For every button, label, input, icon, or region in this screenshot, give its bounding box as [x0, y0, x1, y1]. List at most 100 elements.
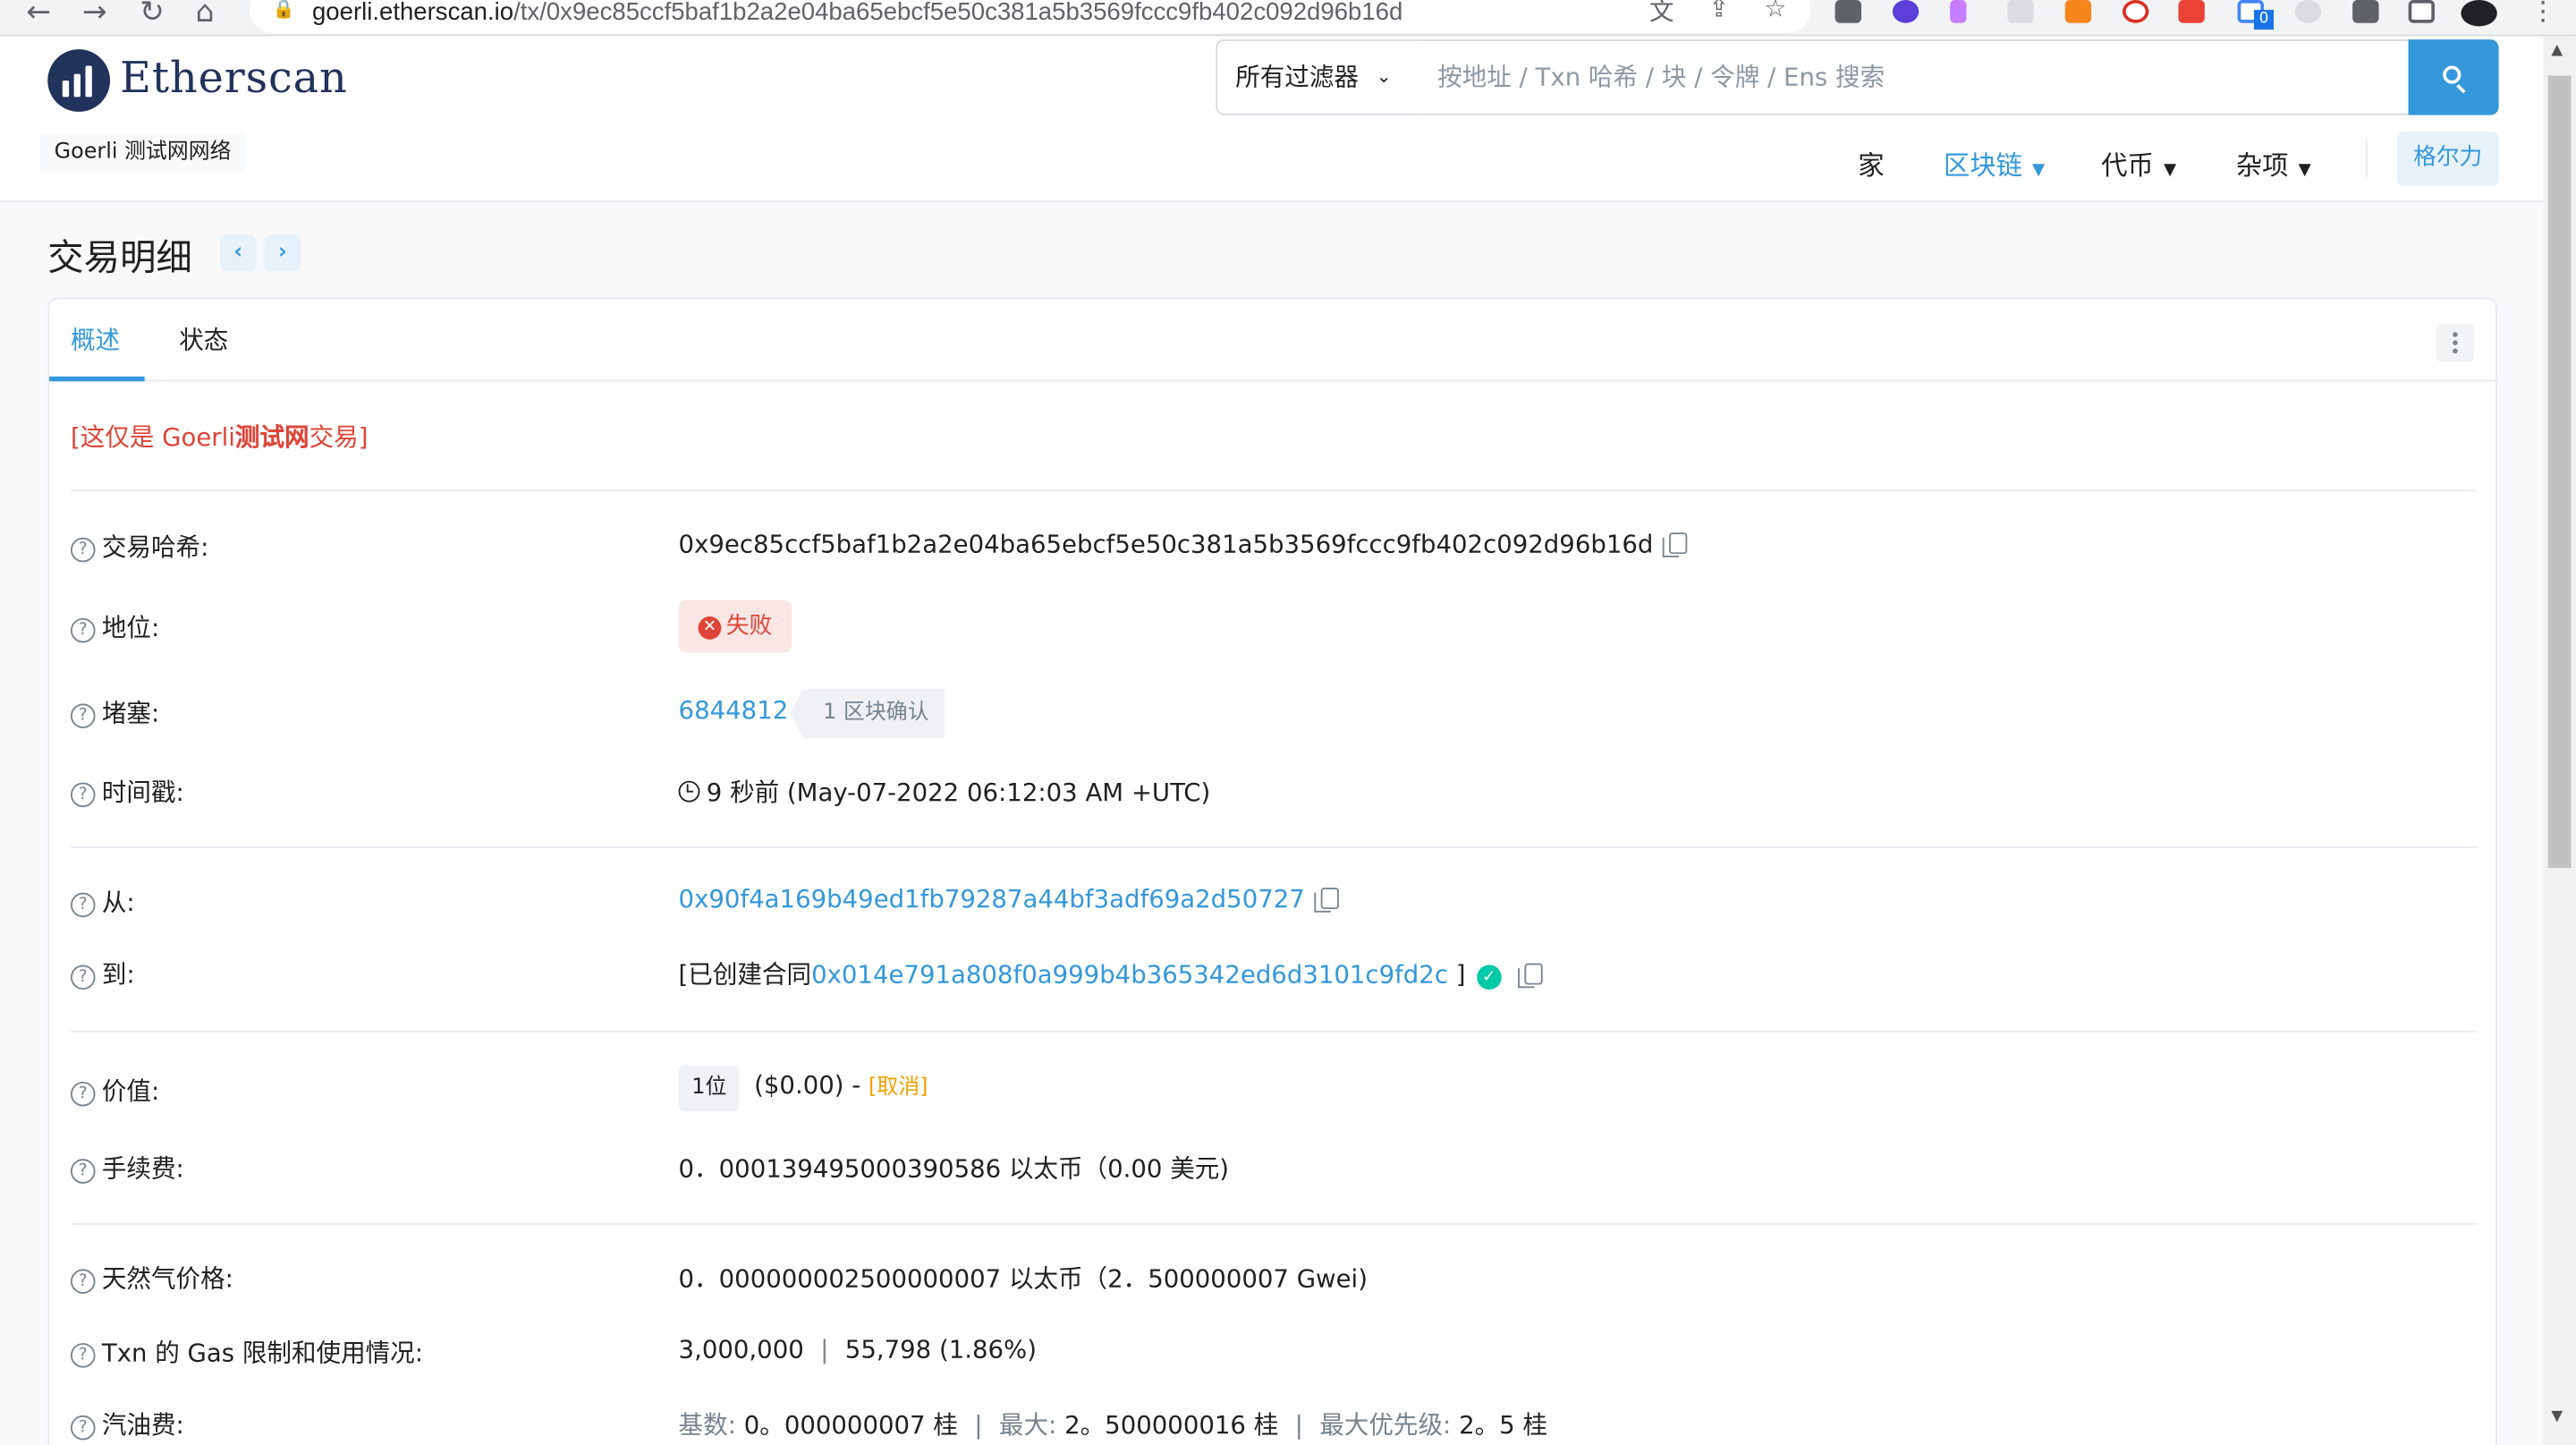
lock-icon[interactable]: 🔒 — [273, 0, 295, 20]
nav-blockchain[interactable]: 区块链 ▼ — [1944, 143, 2045, 183]
next-tx-button[interactable]: › — [264, 234, 301, 272]
browser-menu-icon[interactable]: ⋮ — [2530, 0, 2556, 26]
search-group: 所有过滤器 ⌄ 按地址 / Txn 哈希 / 块 / 令牌 / Ens 搜索 — [1216, 39, 2499, 115]
fee-value: 0．000139495000390586 以太币（0.00 美元) — [678, 1153, 1230, 1184]
help-icon[interactable]: ? — [70, 617, 96, 643]
help-icon[interactable]: ? — [70, 703, 96, 728]
timestamp-value: 9 秒前 (May-07-2022 06:12:03 AM +UTC) — [678, 774, 1210, 809]
scroll-down-icon[interactable]: ▼ — [2551, 1409, 2563, 1425]
search-input[interactable]: 按地址 / Txn 哈希 / 块 / 令牌 / Ens 搜索 — [1418, 39, 2411, 115]
profile-avatar[interactable] — [2461, 0, 2497, 27]
status-label: ? 地位: — [70, 610, 159, 645]
tab-overview[interactable]: 概述 — [71, 322, 120, 357]
active-tab-indicator — [49, 376, 145, 382]
timestamp-label: ? 时间戳: — [70, 774, 184, 809]
confirmations-badge: 1 区块确认 — [790, 688, 945, 738]
help-icon[interactable]: ? — [70, 892, 96, 918]
tab-state[interactable]: 状态 — [179, 322, 228, 357]
clock-icon — [678, 780, 700, 803]
pen-extension-icon[interactable] — [1950, 0, 1967, 23]
puzzle-icon[interactable] — [2352, 0, 2379, 23]
section-divider — [70, 846, 2478, 849]
search-icon — [2443, 65, 2462, 84]
more-options-button[interactable] — [2436, 323, 2475, 362]
verified-check-icon: ✓ — [1476, 965, 1502, 990]
help-icon[interactable]: ? — [70, 782, 96, 808]
color-extension-icon[interactable] — [1892, 0, 1919, 23]
nav-tokens[interactable]: 代币 ▼ — [2101, 143, 2176, 183]
copy-icon[interactable] — [1663, 532, 1688, 557]
sidepanel-icon[interactable] — [2408, 0, 2435, 23]
forward-icon[interactable]: → — [82, 0, 107, 30]
help-icon[interactable]: ? — [70, 965, 96, 990]
block-label: ? 堵塞: — [70, 695, 159, 730]
cancel-link[interactable]: [取消] — [869, 1075, 928, 1101]
help-icon[interactable]: ? — [70, 1343, 96, 1368]
nav-home[interactable]: 家 — [1858, 143, 1884, 183]
url-text[interactable]: goerli.etherscan.io/tx/0x9ec85ccf5baf1b2… — [312, 0, 1402, 26]
chevron-down-icon: ▼ — [2032, 161, 2046, 180]
prev-tx-button[interactable]: ‹ — [220, 234, 257, 272]
translate-icon[interactable]: 文 — [1649, 0, 1674, 28]
filter-select[interactable]: 所有过滤器 ⌄ — [1216, 39, 1419, 115]
star-icon[interactable]: ☆ — [1765, 0, 1787, 23]
transaction-card: 概述 状态 [这仅是 Goerli测试网交易] ? 交易哈希: 0x9ec85cc… — [47, 297, 2497, 1445]
page-root: ← → ↻ ⌂ 🔒 goerli.etherscan.io/tx/0x9ec85… — [0, 0, 2576, 1445]
separator: | — [820, 1334, 829, 1364]
download-icon[interactable] — [1835, 0, 1861, 23]
metamask-icon[interactable] — [2064, 0, 2092, 23]
nav-tokens-label: 代币 — [2101, 149, 2154, 182]
to-value: [已创建合同0x014e791a808f0a999b4b365342ed6d31… — [679, 956, 1543, 991]
help-icon[interactable]: ? — [70, 1159, 96, 1184]
chevron-down-icon: ▼ — [2298, 161, 2311, 180]
notes-extension-icon[interactable] — [2178, 0, 2205, 23]
scroll-up-icon[interactable]: ▲ — [2551, 43, 2563, 59]
help-icon[interactable]: ? — [70, 537, 96, 563]
nav-blockchain-label: 区块链 — [1943, 149, 2023, 182]
tx-hash-value: 0x9ec85ccf5baf1b2a2e04ba65ebcf5e50c381a5… — [679, 530, 1688, 559]
nav-misc-label: 杂项 — [2235, 149, 2289, 182]
tx-hash-label: ? 交易哈希: — [70, 530, 208, 565]
extension-badge: 0 — [2253, 10, 2274, 30]
gas-limit-value: 3,000,000 | 55,798 (1.86%) — [678, 1334, 1037, 1364]
copy-icon[interactable] — [1517, 963, 1543, 989]
gas-price-value: 0．000000002500000007 以太币（2．500000007 Gwe… — [678, 1263, 1368, 1294]
address-bar[interactable]: 🔒 goerli.etherscan.io/tx/0x9ec85ccf5baf1… — [250, 0, 1811, 33]
filter-select-label: 所有过滤器 — [1235, 62, 1359, 92]
network-badge: Goerli 测试网网络 — [39, 132, 247, 173]
from-address-link[interactable]: 0x90f4a169b49ed1fb79287a44bf3adf69a2d507… — [679, 884, 1305, 914]
sync-extension-icon[interactable] — [2294, 0, 2322, 23]
help-icon[interactable]: ? — [70, 1081, 96, 1107]
page-title: 交易明细 — [47, 238, 192, 280]
help-icon[interactable]: ? — [70, 1415, 96, 1441]
tx-hash-text[interactable]: 0x9ec85ccf5baf1b2a2e04ba65ebcf5e50c381a5… — [679, 530, 1654, 559]
search-button[interactable] — [2408, 39, 2499, 115]
logo-text[interactable]: Etherscan — [120, 55, 348, 104]
testnet-notice: [这仅是 Goerli测试网交易] — [70, 422, 369, 453]
shield-extension-icon[interactable] — [2007, 0, 2034, 23]
block-number-link[interactable]: 6844812 — [679, 695, 789, 725]
chevron-right-icon: › — [277, 240, 287, 265]
back-icon[interactable]: ← — [26, 0, 51, 30]
copy-icon[interactable] — [1314, 888, 1340, 913]
nav-misc[interactable]: 杂项 ▼ — [2236, 143, 2311, 183]
share-icon[interactable]: ⇪ — [1708, 0, 1729, 23]
scroll-thumb[interactable] — [2547, 75, 2572, 869]
browser-toolbar: ← → ↻ ⌂ 🔒 goerli.etherscan.io/tx/0x9ec85… — [0, 0, 2576, 37]
tab-bar: 概述 状态 — [49, 299, 2496, 382]
from-value: 0x90f4a169b49ed1fb79287a44bf3adf69a2d507… — [679, 884, 1340, 914]
value-value: 1位 ($0.00) - [取消] — [678, 1065, 928, 1112]
etherscan-logo-icon[interactable] — [47, 49, 111, 112]
chevron-down-icon: ▼ — [2163, 161, 2177, 180]
timer-extension-icon[interactable] — [2123, 0, 2149, 23]
value-badge: 1位 — [678, 1065, 741, 1112]
contract-address-link[interactable]: 0x014e791a808f0a999b4b365342ed6d3101c9fd… — [811, 960, 1448, 990]
home-icon[interactable]: ⌂ — [196, 0, 215, 30]
page-scrollbar[interactable]: ▲ ▼ — [2543, 36, 2576, 1445]
chevron-down-icon: ⌄ — [1376, 65, 1392, 88]
reload-icon[interactable]: ↻ — [140, 0, 165, 30]
gas-fees-value: 基数: 0。000000007 桂 | 最大: 2。500000016 桂 | 最大优先… — [678, 1410, 1548, 1441]
help-icon[interactable]: ? — [70, 1269, 96, 1294]
network-switch-button[interactable]: 格尔力 — [2396, 131, 2499, 186]
gas-price-label: ? 天然气价格: — [70, 1261, 233, 1296]
